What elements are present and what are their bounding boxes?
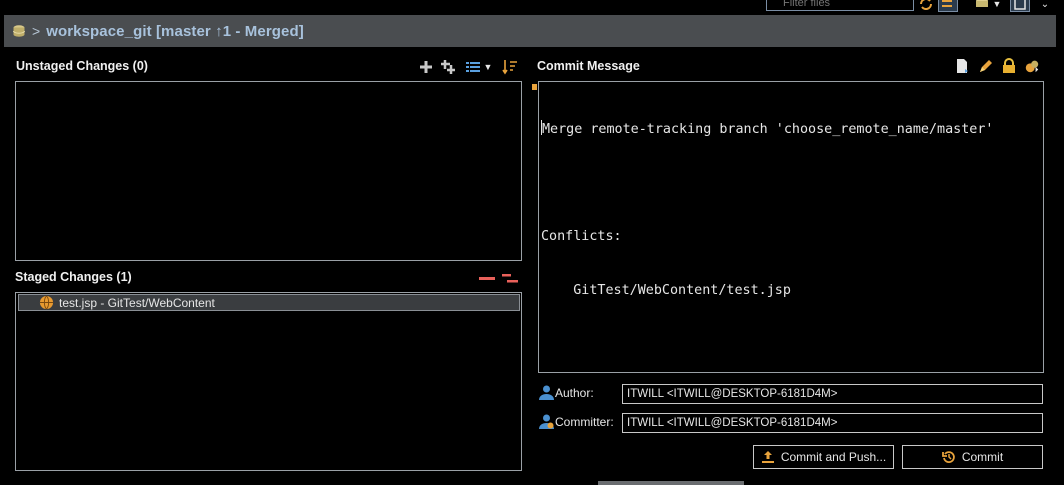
commit-message-editor[interactable]: Merge remote-tracking branch 'choose_rem… [538,81,1044,373]
message-line [541,174,1041,192]
filter-files-input[interactable] [766,0,914,11]
refresh-icon[interactable] [918,0,934,12]
top-toolbar: ▼ ⌄ [0,0,1064,14]
message-line: GitTest/WebContent/test.jsp [541,283,791,298]
commit-label: Commit [961,450,1004,464]
author-icon [539,385,554,400]
sort-icon[interactable] [502,59,518,75]
repository-title: workspace_git [master ↑1 - Merged] [46,22,304,40]
layout-icon[interactable] [1010,0,1030,12]
signed-off-by-icon[interactable] [955,58,971,74]
upload-icon [761,451,774,463]
commit-button[interactable]: Commit [902,445,1043,469]
presentation-dropdown-icon[interactable]: ▼ [482,59,494,75]
commit-message-title: Commit Message [537,59,640,73]
committer-label-group: Committer: [538,413,614,430]
commit-and-push-label: Commit and Push... [780,450,887,464]
breadcrumb-arrow: > [32,23,41,39]
horizontal-scrollbar[interactable] [598,481,744,485]
author-label: Author: [555,385,594,400]
staging-view-title-bar: > workspace_git [master ↑1 - Merged] [4,15,1056,47]
unstaged-changes-list[interactable] [15,81,522,261]
amend-pencil-icon[interactable] [978,58,994,74]
committer-field[interactable] [622,413,1043,433]
repository-icon [13,25,25,37]
unstaged-changes-title: Unstaged Changes (0) [16,59,148,73]
add-icon[interactable] [418,59,434,75]
commit-icon [941,451,955,463]
push-changes-icon[interactable] [1024,58,1040,74]
author-field[interactable] [622,384,1043,404]
message-line: Merge remote-tracking branch 'choose_rem… [541,120,994,137]
list-item[interactable]: test.jsp - GitTest/WebContent [18,294,520,311]
committer-icon [539,414,554,429]
dropdown-icon[interactable]: ▼ [992,0,1002,12]
view-menu-icon[interactable]: ⌄ [1038,0,1052,12]
remove-all-icon[interactable] [502,270,518,286]
staged-changes-title: Staged Changes (1) [15,270,132,284]
pull-icon[interactable] [938,0,958,12]
message-line: Conflicts: [541,229,622,244]
remove-icon[interactable] [479,270,495,286]
committer-label: Committer: [555,414,614,429]
add-all-icon[interactable] [440,59,456,75]
list-item-label: test.jsp - GitTest/WebContent [59,295,215,310]
lock-icon[interactable] [1001,58,1017,74]
commit-and-push-button[interactable]: Commit and Push... [753,445,894,469]
repository-icon[interactable] [974,0,990,12]
web-file-icon [39,295,54,310]
warning-marker-icon [532,84,537,90]
author-label-group: Author: [538,384,594,401]
staged-changes-list[interactable]: test.jsp - GitTest/WebContent [15,292,522,471]
list-presentation-icon[interactable] [465,59,481,75]
